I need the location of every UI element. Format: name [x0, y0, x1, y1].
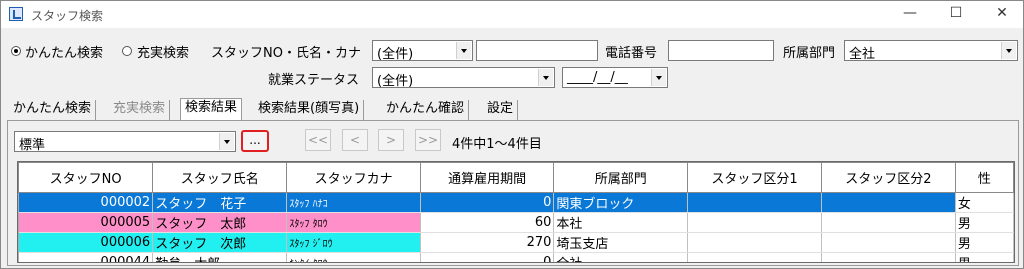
cell-staff-kana[interactable]: ｽﾀｯﾌ ﾀﾛｳ: [286, 212, 421, 233]
chevron-down-icon: [456, 42, 471, 59]
minimize-button[interactable]: —: [887, 1, 933, 28]
chevron-down-icon: [219, 133, 234, 150]
staff-filter-select[interactable]: (全件): [372, 40, 473, 62]
cell-gender[interactable]: 男: [955, 232, 1014, 253]
cell-employment-period[interactable]: 270: [420, 232, 555, 253]
cell-staff-kana[interactable]: ｽﾀｯﾌ ﾊﾅｺ: [286, 192, 421, 213]
cell-staff-name[interactable]: 勤怠 太郎: [152, 252, 288, 262]
table-row[interactable]: 000006 スタッフ 次郎 ｽﾀｯﾌ ｼﾞﾛｳ 270 埼玉支店 男: [18, 232, 1014, 253]
tab-easy-search[interactable]: かんたん検索: [9, 100, 97, 120]
column-header-staff-class-1[interactable]: スタッフ区分1: [687, 162, 822, 193]
layout-value: 標準: [19, 138, 46, 153]
cell-gender[interactable]: 男: [955, 252, 1014, 262]
cell-employment-period[interactable]: 0: [420, 192, 555, 213]
cell-staff-kana[interactable]: ｷﾝﾀｲ ﾀﾛｳ: [286, 252, 421, 262]
column-header-department[interactable]: 所属部門: [553, 162, 689, 193]
close-button[interactable]: ✕: [979, 1, 1024, 28]
tab-search-results[interactable]: 検索結果: [180, 98, 243, 121]
cell-staff-name[interactable]: スタッフ 太郎: [152, 212, 288, 233]
result-count: 4件中1～4件目: [452, 137, 542, 152]
radio-full-search[interactable]: [122, 46, 132, 56]
phone-input[interactable]: [668, 40, 774, 61]
column-header-staff-name[interactable]: スタッフ氏名: [152, 162, 288, 193]
cell-department[interactable]: 関東ブロック: [553, 192, 689, 213]
cell-staff-no[interactable]: 000002: [18, 192, 154, 213]
staff-filter-label: スタッフNO・氏名・カナ: [211, 46, 361, 61]
radio-full-search-label: 充実検索: [137, 46, 190, 61]
cell-employment-period[interactable]: 0: [420, 252, 555, 262]
window-title: スタッフ検索: [31, 9, 104, 23]
table-row[interactable]: 000005 スタッフ 太郎 ｽﾀｯﾌ ﾀﾛｳ 60 本社 男: [18, 212, 1014, 233]
cell-gender[interactable]: 女: [955, 192, 1014, 213]
table-row[interactable]: 000002 スタッフ 花子 ｽﾀｯﾌ ﾊﾅｺ 0 関東ブロック 女: [18, 192, 1014, 213]
cell-staff-class-1[interactable]: [687, 192, 822, 213]
tab-easy-confirm[interactable]: かんたん確認: [382, 100, 470, 120]
staff-search-input[interactable]: [476, 40, 598, 61]
cell-department[interactable]: 埼玉支店: [553, 232, 689, 253]
layout-select[interactable]: 標準: [14, 131, 236, 153]
cell-staff-name[interactable]: スタッフ 次郎: [152, 232, 288, 253]
cell-staff-class-1[interactable]: [687, 252, 822, 262]
chevron-down-icon: [651, 69, 666, 86]
cell-staff-class-2[interactable]: [821, 212, 956, 233]
cell-department[interactable]: 全社: [553, 252, 689, 262]
cell-department[interactable]: 本社: [553, 212, 689, 233]
staff-search-window: スタッフ検索 — ☐ ✕ かんたん検索 充実検索 スタッフNO・氏名・カナ (全…: [0, 0, 1024, 269]
date-value: ____/__/__: [567, 70, 628, 85]
status-select[interactable]: (全件): [372, 67, 555, 89]
cell-staff-class-2[interactable]: [821, 192, 956, 213]
column-header-staff-no[interactable]: スタッフNO: [18, 162, 154, 193]
cell-staff-no[interactable]: 000006: [18, 232, 154, 253]
results-table: スタッフNO スタッフ氏名 スタッフカナ 通算雇用期間 所属部門 スタッフ区分1…: [18, 162, 1014, 262]
app-icon: [9, 7, 23, 21]
cell-gender[interactable]: 男: [955, 212, 1014, 233]
column-header-staff-class-2[interactable]: スタッフ区分2: [820, 162, 956, 193]
layout-settings-button[interactable]: ...: [241, 130, 269, 152]
phone-label: 電話番号: [605, 46, 658, 61]
cell-staff-class-2[interactable]: [821, 252, 956, 262]
chevron-down-icon: [1001, 42, 1016, 59]
next-page-button[interactable]: >: [378, 129, 404, 151]
cell-staff-class-1[interactable]: [687, 232, 822, 253]
cell-staff-no[interactable]: 000005: [18, 212, 154, 233]
cell-staff-name[interactable]: スタッフ 花子: [152, 192, 288, 213]
cell-staff-kana[interactable]: ｽﾀｯﾌ ｼﾞﾛｳ: [286, 232, 421, 253]
tab-search-results-photo[interactable]: 検索結果(顔写真): [254, 100, 365, 120]
title-bar: スタッフ検索 — ☐ ✕: [1, 1, 1023, 28]
dept-label: 所属部門: [783, 46, 836, 61]
dept-select[interactable]: 全社: [844, 40, 1018, 62]
column-header-employment-period[interactable]: 通算雇用期間: [419, 162, 555, 193]
tab-settings[interactable]: 設定: [483, 100, 519, 120]
first-page-button[interactable]: <<: [305, 129, 331, 151]
cell-staff-class-1[interactable]: [687, 212, 822, 233]
column-header-gender[interactable]: 性: [954, 162, 1014, 193]
radio-easy-search[interactable]: [11, 46, 21, 56]
cell-staff-class-2[interactable]: [821, 232, 956, 253]
status-value: (全件): [377, 74, 414, 89]
chevron-down-icon: [538, 69, 553, 86]
tab-full-search[interactable]: 充実検索: [109, 100, 171, 120]
cell-staff-no[interactable]: 000044: [18, 252, 154, 262]
prev-page-button[interactable]: <: [342, 129, 368, 151]
radio-easy-search-label: かんたん検索: [25, 46, 104, 61]
last-page-button[interactable]: >>: [415, 129, 441, 151]
staff-filter-value: (全件): [377, 47, 414, 62]
date-picker[interactable]: ____/__/__: [562, 67, 668, 88]
cell-employment-period[interactable]: 60: [420, 212, 555, 233]
maximize-button[interactable]: ☐: [933, 1, 979, 28]
results-grid: スタッフNO スタッフ氏名 スタッフカナ 通算雇用期間 所属部門 スタッフ区分1…: [17, 161, 1015, 263]
column-header-staff-kana[interactable]: スタッフカナ: [286, 162, 421, 193]
status-label: 就業ステータス: [268, 73, 360, 88]
dept-value: 全社: [849, 47, 876, 62]
table-row[interactable]: 000044 勤怠 太郎 ｷﾝﾀｲ ﾀﾛｳ 0 全社 男: [18, 252, 1014, 262]
